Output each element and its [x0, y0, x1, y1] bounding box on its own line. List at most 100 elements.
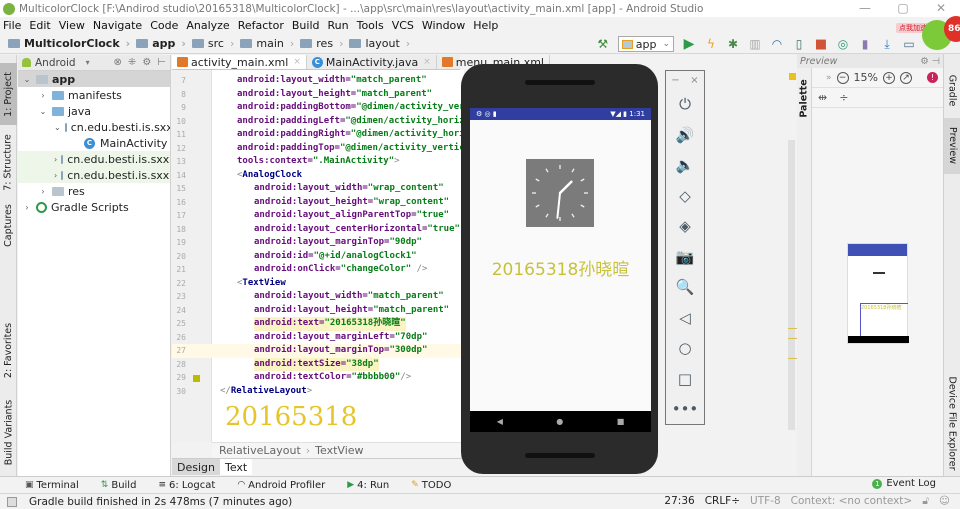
- tab-build-variants[interactable]: Build Variants: [0, 395, 17, 469]
- menu-refactor[interactable]: Refactor: [238, 19, 284, 32]
- tree-item[interactable]: ⌄ app: [18, 71, 170, 87]
- inspector-icon[interactable]: ☺: [939, 495, 950, 508]
- chevron-right-icon[interactable]: ›: [54, 155, 57, 164]
- volume-up-icon[interactable]: 🔊: [666, 120, 704, 151]
- tab-favorites[interactable]: 2: Favorites: [0, 317, 17, 383]
- chevron-right-icon[interactable]: ›: [54, 171, 57, 180]
- debug-icon[interactable]: ✱: [722, 35, 744, 53]
- menu-code[interactable]: Code: [150, 19, 178, 32]
- tab-project[interactable]: 1: Project: [0, 63, 17, 125]
- file-encoding[interactable]: UTF-8: [750, 495, 781, 508]
- breadcrumb-project[interactable]: MulticolorClock ›: [8, 37, 136, 50]
- hide-icon[interactable]: ⊢: [157, 57, 166, 68]
- chevron-right-icon[interactable]: ›: [38, 187, 48, 196]
- chevron-down-icon[interactable]: ▾: [86, 58, 90, 67]
- tool-profiler[interactable]: ◠ Android Profiler: [237, 480, 325, 491]
- tab-device-file-explorer[interactable]: Device File Explorer: [944, 372, 960, 476]
- tool-logcat[interactable]: ≡ 6: Logcat: [158, 480, 215, 491]
- menu-tools[interactable]: Tools: [357, 19, 384, 32]
- menu-vcs[interactable]: VCS: [392, 19, 414, 32]
- stop-icon[interactable]: ■: [810, 35, 832, 53]
- tool-windows-toggle-icon[interactable]: [7, 496, 17, 507]
- breadcrumb-app[interactable]: app ›: [136, 37, 192, 50]
- recents-icon[interactable]: ■: [617, 417, 625, 426]
- run-icon[interactable]: ▶: [678, 35, 700, 53]
- menu-build[interactable]: Build: [292, 19, 320, 32]
- tab-activity-main-xml[interactable]: activity_main.xml ×: [172, 55, 307, 69]
- zoom-out-icon[interactable]: −: [836, 71, 849, 84]
- student-id-text[interactable]: 20165318孙晓暄: [470, 255, 651, 280]
- device-icon[interactable]: ▭: [898, 35, 920, 53]
- menu-file[interactable]: File: [3, 19, 21, 32]
- code-editor[interactable]: 7 android:layout_width="match_parent" 8 and…: [172, 70, 464, 442]
- breadcrumb-relativelayout[interactable]: RelativeLayout: [219, 444, 301, 457]
- rotate-right-icon[interactable]: ◈: [666, 211, 704, 242]
- inspection-status-icon[interactable]: [789, 73, 796, 80]
- home-icon[interactable]: ○: [666, 333, 704, 364]
- close-icon[interactable]: ×: [293, 57, 301, 67]
- tool-build[interactable]: ⇅ Build: [101, 480, 137, 491]
- run-configuration-select[interactable]: app ⌄: [617, 36, 674, 52]
- event-log-button[interactable]: 1 Event Log: [872, 478, 936, 489]
- menu-help[interactable]: Help: [473, 19, 498, 32]
- attach-debugger-icon[interactable]: ▯: [788, 35, 810, 53]
- power-icon[interactable]: ⏻: [666, 89, 704, 120]
- tab-design[interactable]: Design: [172, 459, 220, 475]
- attach-icon[interactable]: ▥: [744, 35, 766, 53]
- chevron-down-icon[interactable]: ⌄: [38, 107, 48, 116]
- volume-down-icon[interactable]: 🔈: [666, 150, 704, 181]
- close-icon[interactable]: ×: [423, 57, 431, 67]
- breadcrumb-res[interactable]: res ›: [300, 37, 349, 50]
- chevron-down-icon[interactable]: ⌄: [54, 123, 61, 132]
- sdk-manager-icon[interactable]: ⤓: [876, 35, 898, 53]
- breadcrumb-layout[interactable]: layout ›: [349, 37, 416, 50]
- zoom-in-icon[interactable]: +: [882, 71, 895, 84]
- sync-icon[interactable]: ⊗: [114, 57, 122, 68]
- color-swatch-icon[interactable]: [193, 375, 200, 382]
- back-icon[interactable]: ◁: [666, 303, 704, 334]
- menu-view[interactable]: View: [59, 19, 85, 32]
- menu-analyze[interactable]: Analyze: [186, 19, 229, 32]
- menu-window[interactable]: Window: [422, 19, 465, 32]
- tab-captures[interactable]: Captures: [0, 200, 17, 250]
- zoom-icon[interactable]: 🔍: [666, 272, 704, 303]
- tree-item[interactable]: ⌄ java: [18, 103, 170, 119]
- rotate-left-icon[interactable]: ◇: [666, 181, 704, 212]
- more-icon[interactable]: •••: [666, 394, 704, 425]
- error-icon[interactable]: !: [926, 72, 938, 83]
- chevron-right-icon[interactable]: ›: [38, 91, 48, 100]
- tool-run[interactable]: ▶ 4: Run: [347, 480, 389, 491]
- apply-changes-icon[interactable]: ϟ: [700, 35, 722, 53]
- emulator-minimize-button[interactable]: −: [671, 75, 679, 86]
- breadcrumb-textview[interactable]: TextView: [315, 444, 363, 457]
- sync-icon[interactable]: ◎: [832, 35, 854, 53]
- breadcrumb-src[interactable]: src ›: [191, 37, 240, 50]
- caret-position[interactable]: 27:36: [664, 495, 694, 508]
- tree-item[interactable]: › cn.edu.besti.is.sxx.mu: [18, 151, 170, 167]
- context-indicator[interactable]: Context: <no context>: [791, 495, 913, 508]
- close-button[interactable]: ✕: [922, 0, 960, 17]
- vertical-distribute-icon[interactable]: ÷: [839, 91, 848, 104]
- tree-item[interactable]: › res: [18, 183, 170, 199]
- analog-clock[interactable]: [526, 159, 594, 227]
- menu-edit[interactable]: Edit: [29, 19, 50, 32]
- breadcrumb-main[interactable]: main ›: [240, 37, 300, 50]
- collapse-icon[interactable]: ⁜: [128, 57, 136, 68]
- layout-preview-thumbnail[interactable]: 20165318孙晓暄: [847, 243, 909, 344]
- tab-text[interactable]: Text: [219, 459, 253, 475]
- camera-icon[interactable]: 📷: [666, 242, 704, 273]
- tree-item[interactable]: › cn.edu.besti.is.sxx.mu: [18, 167, 170, 183]
- minimize-button[interactable]: —: [846, 0, 884, 17]
- tree-item[interactable]: C MainActivity: [18, 135, 170, 151]
- emulator-close-button[interactable]: ×: [690, 75, 698, 86]
- menu-navigate[interactable]: Navigate: [93, 19, 142, 32]
- emulator-screen[interactable]: ⚙ ◎ ▮ ▼◢ ▮ 1:31 20165318孙晓暄 ◀ ● ■: [470, 108, 651, 432]
- zoom-fit-icon[interactable]: ↗: [899, 71, 912, 84]
- tree-item[interactable]: › manifests: [18, 87, 170, 103]
- gear-icon[interactable]: ⚙ ⊣: [920, 56, 943, 67]
- chevron-right-icon[interactable]: ›: [22, 203, 32, 212]
- chevron-down-icon[interactable]: ⌄: [22, 75, 32, 84]
- lock-icon[interactable]: 🔓︎: [922, 495, 929, 508]
- tool-terminal[interactable]: ▣ Terminal: [25, 480, 79, 491]
- overflow-icon[interactable]: »: [826, 73, 832, 83]
